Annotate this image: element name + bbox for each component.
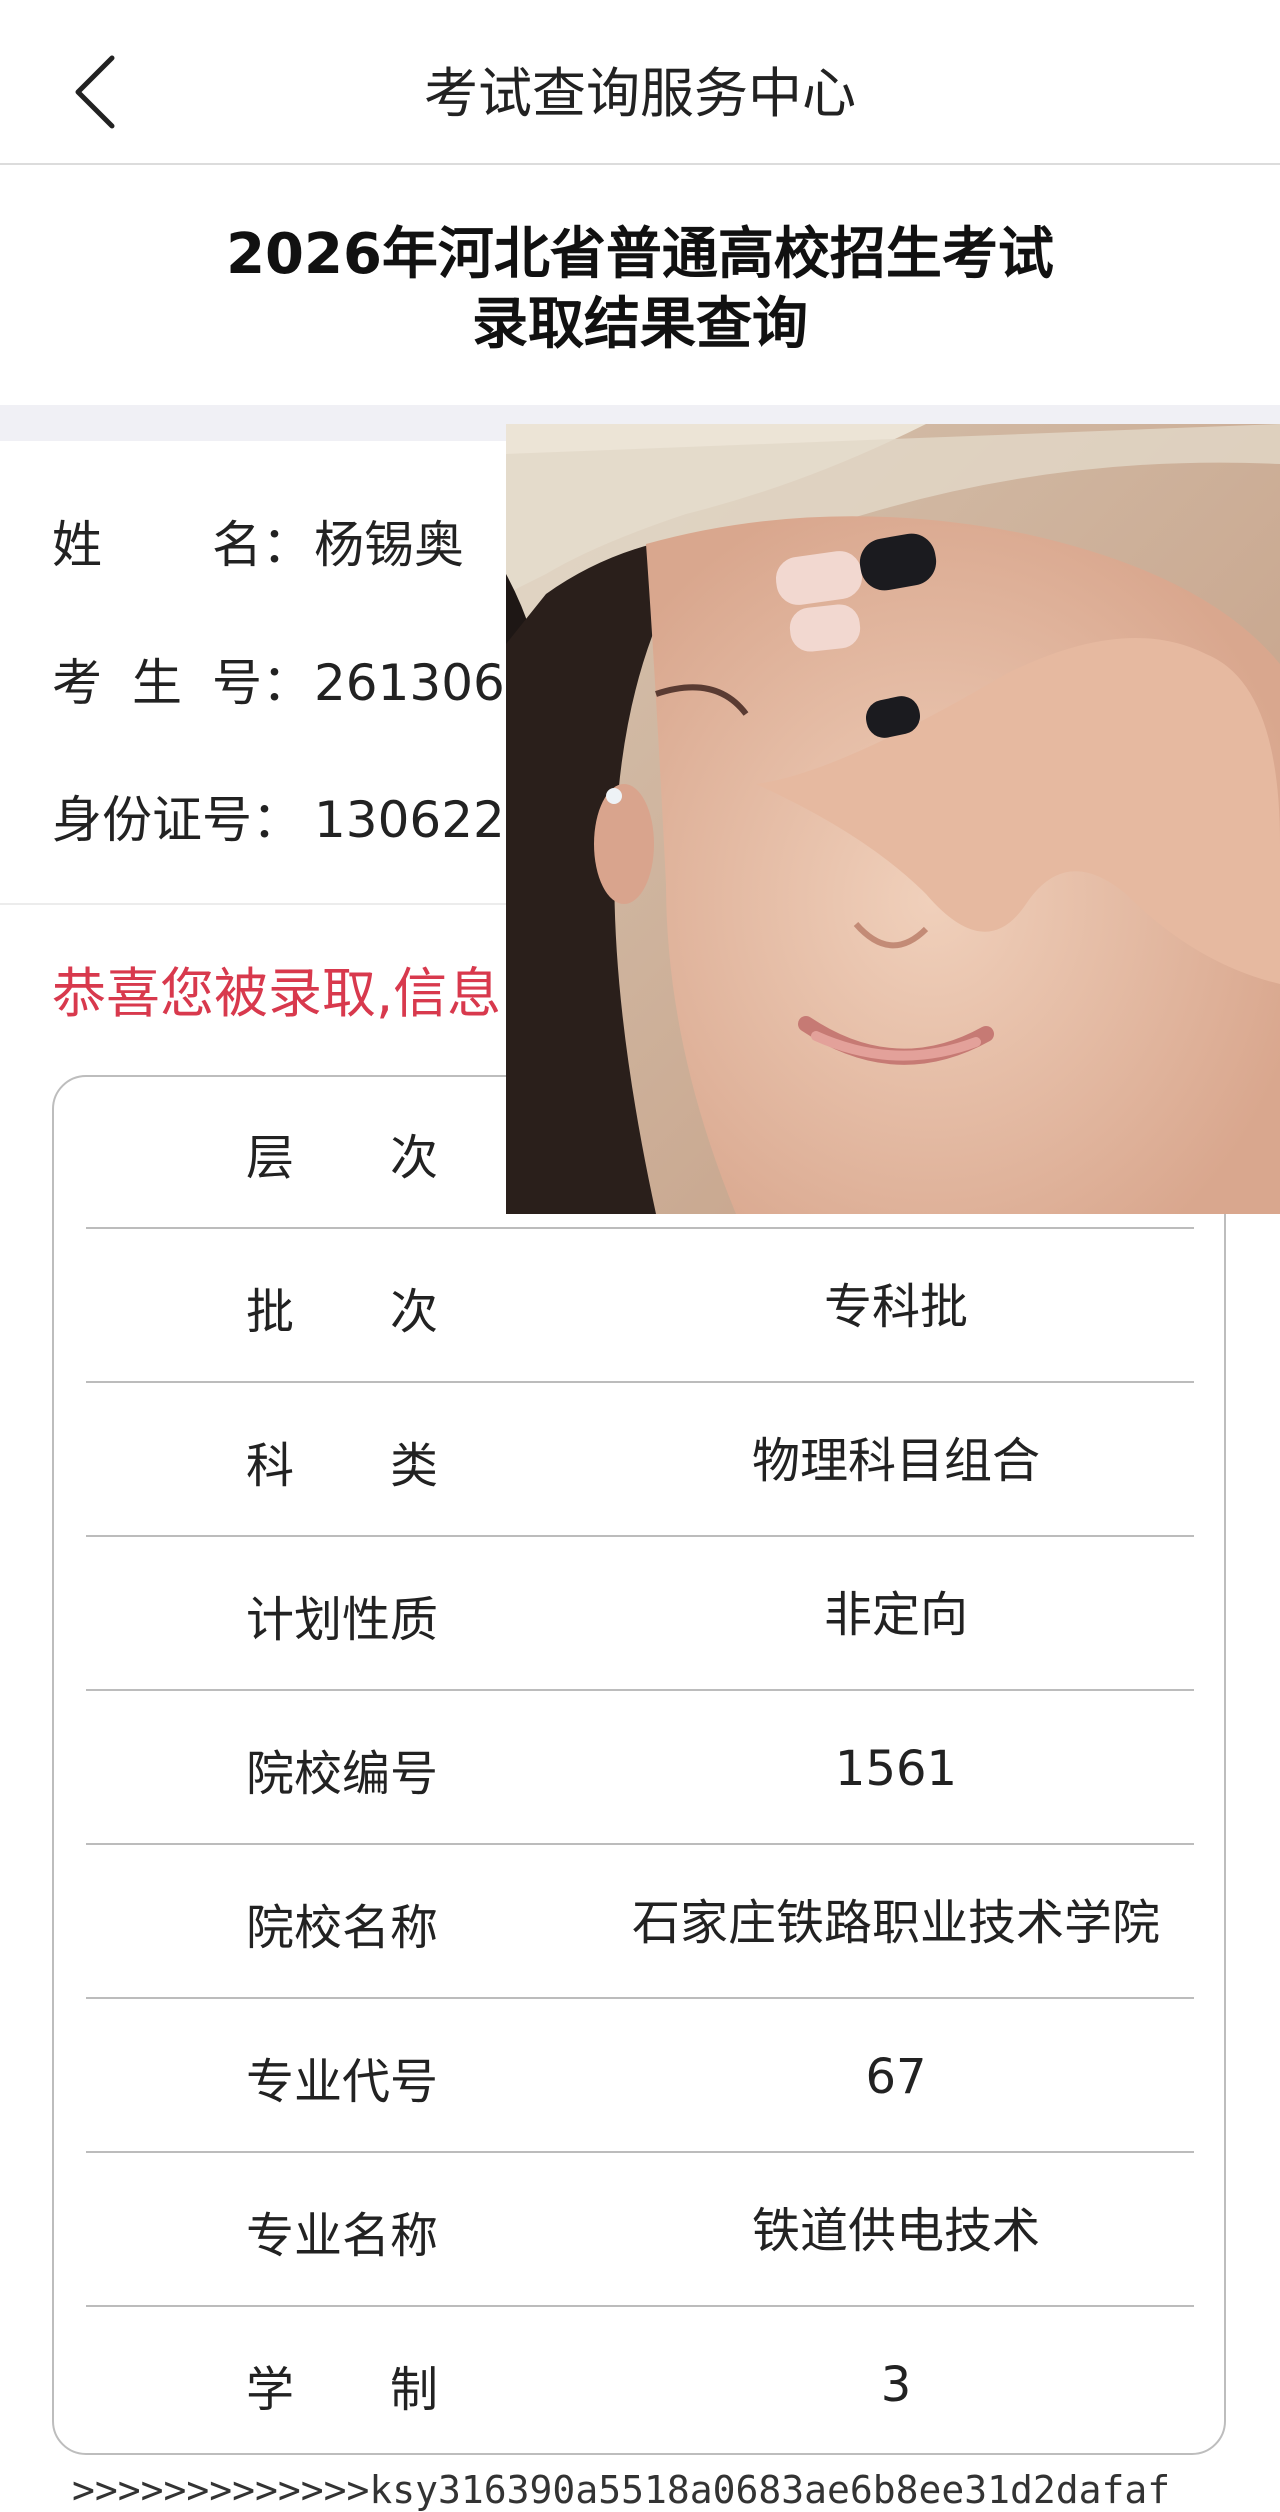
person-covering-eyes-image bbox=[506, 424, 1280, 1214]
id-number-value: 130622* bbox=[314, 791, 530, 849]
congrats-message: 恭喜您被录取,信息 bbox=[52, 962, 502, 1025]
table-row: 专业代号 67 bbox=[86, 2001, 1194, 2153]
student-name-row: 姓名：杨锡奥 bbox=[52, 510, 464, 580]
table-row: 科 类物理科目组合 bbox=[86, 1385, 1194, 1537]
exam-number-row: 考生号：2613060 bbox=[52, 648, 537, 718]
result-table: 层 次 批 次专科批 科 类物理科目组合 计划性质 非定向 院校编号 1561 院校… bbox=[52, 1075, 1226, 2455]
student-name-value: 杨锡奥 bbox=[314, 516, 464, 574]
table-row: 学 制3 bbox=[245, 2357, 912, 2418]
page-title: 2026年河北省普通高校招生考试 录取结果查询 bbox=[0, 220, 1280, 360]
footer-hash-text: >>>>>>>>>>>>>ksy316390a5518a0683ae6b8ee3… bbox=[72, 2468, 1171, 2512]
overlay-photo bbox=[506, 424, 1280, 1214]
id-number-row: 身份证号： 130622* bbox=[52, 785, 530, 855]
nav-title: 考试查询服务中心 bbox=[424, 62, 856, 125]
id-number-label: 身份证号： bbox=[52, 791, 302, 849]
table-row: 批 次专科批 bbox=[86, 1231, 1194, 1383]
exam-number-value: 2613060 bbox=[314, 654, 537, 712]
table-row: 专业名称 铁道供电技术 bbox=[86, 2155, 1194, 2307]
student-name-label: 姓名： bbox=[52, 516, 312, 574]
table-row: 院校名称 石家庄铁路职业技术学院 bbox=[86, 1847, 1194, 1999]
table-row: 院校编号 1561 bbox=[86, 1693, 1194, 1845]
table-row: 计划性质 非定向 bbox=[86, 1539, 1194, 1691]
page-title-line1: 2026年河北省普通高校招生考试 bbox=[226, 222, 1054, 287]
top-nav-bar: 考试查询服务中心 bbox=[0, 0, 1280, 165]
exam-number-label: 考生号： bbox=[52, 654, 312, 712]
page-title-line2: 录取结果查询 bbox=[472, 292, 808, 357]
